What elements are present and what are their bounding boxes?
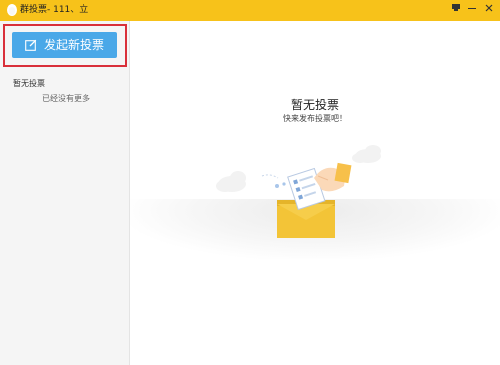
cloud-icon bbox=[352, 145, 381, 163]
empty-illustration bbox=[216, 145, 381, 238]
no-more-text: 已经没有更多 bbox=[42, 94, 90, 103]
minimize-icon[interactable] bbox=[464, 2, 480, 18]
window-title: 群投票- 111、立 bbox=[20, 5, 89, 15]
new-vote-button[interactable]: 发起新投票 bbox=[12, 32, 117, 58]
main-panel: 暂无投票 快来发布投票吧！ bbox=[130, 21, 500, 365]
new-vote-label: 发起新投票 bbox=[44, 38, 105, 52]
sidebar bbox=[0, 21, 130, 365]
cloud-icon bbox=[216, 171, 246, 192]
qq-penguin-icon bbox=[7, 4, 17, 16]
sidebar-heading: 暂无投票 bbox=[13, 79, 45, 88]
title-bar: 群投票- 111、立 bbox=[0, 0, 500, 21]
edit-icon bbox=[25, 39, 37, 51]
empty-title: 暂无投票 bbox=[290, 98, 339, 112]
pin-icon[interactable] bbox=[448, 2, 464, 18]
close-icon[interactable] bbox=[481, 2, 497, 18]
